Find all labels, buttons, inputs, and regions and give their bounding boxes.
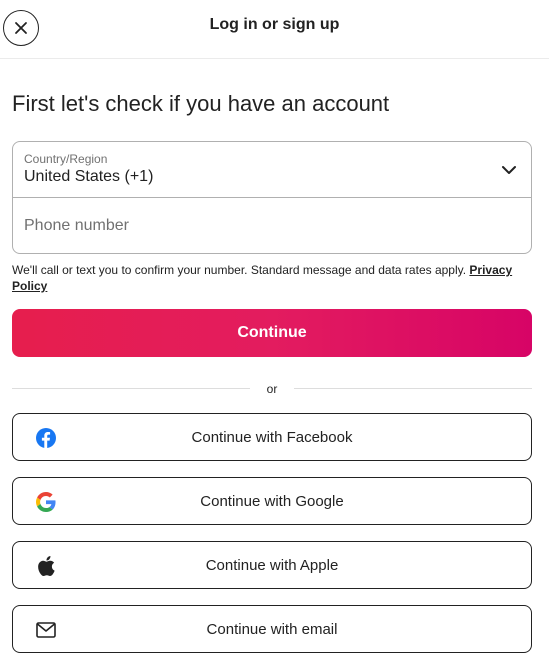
- facebook-button-label: Continue with Facebook: [191, 429, 353, 446]
- country-region-select[interactable]: Country/Region United States (+1): [13, 142, 531, 198]
- continue-with-apple-button[interactable]: Continue with Apple: [12, 541, 532, 589]
- continue-with-google-button[interactable]: Continue with Google: [12, 477, 532, 525]
- email-button-label: Continue with email: [206, 621, 338, 638]
- continue-with-email-button[interactable]: Continue with email: [12, 605, 532, 653]
- or-divider: or: [12, 381, 532, 397]
- header-title: Log in or sign up: [209, 16, 340, 33]
- apple-button-label: Continue with Apple: [205, 557, 339, 574]
- page-heading: First let's check if you have an account: [12, 91, 390, 116]
- google-button-label: Continue with Google: [200, 493, 344, 510]
- modal-header: Log in or sign up: [0, 0, 549, 59]
- phone-form-group: Country/Region United States (+1): [12, 141, 532, 254]
- chevron-down-icon: [502, 166, 516, 174]
- divider-or-text: or: [266, 382, 278, 396]
- continue-with-facebook-button[interactable]: Continue with Facebook: [12, 413, 532, 461]
- disclaimer-text: We'll call or text you to confirm your n…: [12, 262, 532, 294]
- disclaimer-body: We'll call or text you to confirm your n…: [12, 263, 470, 277]
- phone-number-input[interactable]: [13, 198, 531, 254]
- country-region-value: United States (+1): [24, 168, 154, 185]
- continue-button[interactable]: Continue: [12, 309, 532, 357]
- country-region-label: Country/Region: [24, 152, 108, 166]
- divider-line-right: [294, 388, 532, 389]
